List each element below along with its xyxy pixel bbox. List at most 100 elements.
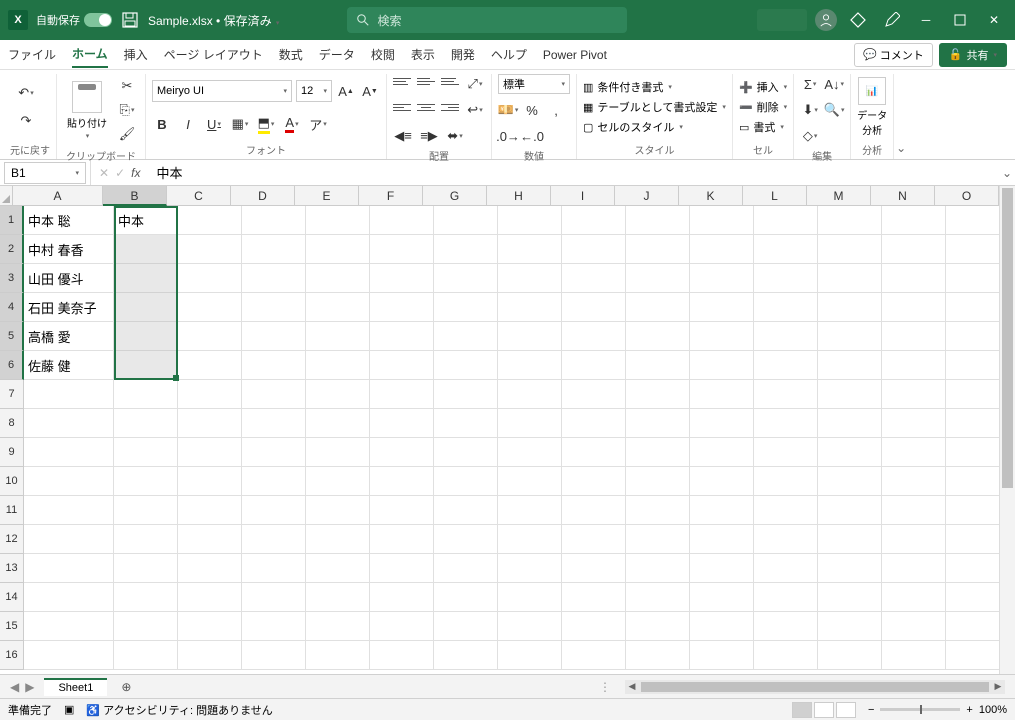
col-header-D[interactable]: D	[231, 186, 295, 206]
tab-data[interactable]: データ	[319, 42, 355, 67]
cell[interactable]	[178, 583, 242, 612]
cell[interactable]	[754, 641, 818, 670]
macro-record-icon[interactable]: ▣	[64, 703, 74, 716]
cell[interactable]	[818, 235, 882, 264]
bold-button[interactable]: B	[152, 114, 172, 134]
cell[interactable]	[626, 554, 690, 583]
autosum-button[interactable]: Σ▾	[800, 74, 820, 94]
row-header-8[interactable]: 8	[0, 409, 24, 438]
cell[interactable]	[242, 554, 306, 583]
tab-insert[interactable]: 挿入	[124, 42, 148, 67]
cell[interactable]	[114, 467, 178, 496]
row-header-4[interactable]: 4	[0, 293, 24, 322]
cell[interactable]	[946, 409, 999, 438]
cell[interactable]	[946, 322, 999, 351]
cell[interactable]	[626, 206, 690, 235]
cell[interactable]	[562, 554, 626, 583]
cell[interactable]	[178, 409, 242, 438]
cell[interactable]	[754, 525, 818, 554]
cell[interactable]	[626, 322, 690, 351]
cell[interactable]	[626, 583, 690, 612]
cell[interactable]	[882, 322, 946, 351]
zoom-slider[interactable]	[880, 708, 960, 711]
cell[interactable]	[498, 235, 562, 264]
cell[interactable]	[562, 641, 626, 670]
cell[interactable]	[818, 467, 882, 496]
cell[interactable]	[946, 496, 999, 525]
accessibility-status[interactable]: ♿ アクセシビリティ: 問題ありません	[86, 702, 272, 718]
clear-button[interactable]: ◇▾	[800, 126, 820, 146]
col-header-O[interactable]: O	[935, 186, 999, 206]
cell[interactable]	[24, 612, 114, 641]
cell[interactable]	[114, 438, 178, 467]
cell[interactable]	[306, 235, 370, 264]
decrease-indent-button[interactable]: ◀≡	[393, 126, 413, 146]
tab-help[interactable]: ヘルプ	[491, 42, 527, 67]
cell[interactable]	[946, 467, 999, 496]
col-header-A[interactable]: A	[13, 186, 103, 206]
col-header-B[interactable]: B	[103, 186, 167, 206]
zoom-in-button[interactable]: +	[966, 704, 972, 716]
cell[interactable]	[818, 641, 882, 670]
cell[interactable]	[946, 264, 999, 293]
cell[interactable]	[242, 380, 306, 409]
cell[interactable]	[562, 612, 626, 641]
cell[interactable]	[434, 554, 498, 583]
cancel-formula-icon[interactable]: ✕	[99, 166, 109, 180]
cell[interactable]	[882, 264, 946, 293]
font-size-select[interactable]: 12▾	[296, 80, 332, 102]
cell[interactable]	[626, 235, 690, 264]
align-middle-button[interactable]	[417, 74, 435, 88]
cell[interactable]	[370, 496, 434, 525]
cell[interactable]	[306, 467, 370, 496]
cell[interactable]	[24, 438, 114, 467]
cell[interactable]	[882, 641, 946, 670]
cell[interactable]	[370, 641, 434, 670]
col-header-E[interactable]: E	[295, 186, 359, 206]
cell[interactable]	[114, 554, 178, 583]
cell[interactable]	[434, 264, 498, 293]
cell[interactable]	[178, 525, 242, 554]
cell[interactable]	[498, 496, 562, 525]
cell[interactable]	[498, 641, 562, 670]
cell[interactable]	[818, 322, 882, 351]
col-header-G[interactable]: G	[423, 186, 487, 206]
cell[interactable]	[242, 351, 306, 380]
cell[interactable]	[626, 612, 690, 641]
cell[interactable]	[562, 525, 626, 554]
col-header-I[interactable]: I	[551, 186, 615, 206]
cell[interactable]	[754, 322, 818, 351]
cell[interactable]	[114, 293, 178, 322]
cell[interactable]	[434, 206, 498, 235]
cell[interactable]	[946, 612, 999, 641]
cell[interactable]	[242, 583, 306, 612]
close-button[interactable]: ✕	[981, 7, 1007, 33]
cell[interactable]	[818, 264, 882, 293]
cell-styles-button[interactable]: ▢セルのスタイル▾	[583, 118, 726, 136]
cell[interactable]	[178, 235, 242, 264]
align-bottom-button[interactable]	[441, 74, 459, 88]
cell[interactable]	[24, 409, 114, 438]
cell[interactable]	[882, 380, 946, 409]
account-rect[interactable]	[757, 9, 807, 31]
redo-button[interactable]: ↷	[16, 111, 36, 131]
format-cells-button[interactable]: ▭書式▾	[739, 118, 787, 136]
cell[interactable]	[242, 641, 306, 670]
cell[interactable]	[114, 496, 178, 525]
zoom-level[interactable]: 100%	[979, 704, 1007, 716]
cell[interactable]	[498, 583, 562, 612]
cell[interactable]	[242, 525, 306, 554]
cell[interactable]	[946, 351, 999, 380]
cell[interactable]	[946, 206, 999, 235]
cell[interactable]: 石田 美奈子	[24, 293, 114, 322]
find-select-button[interactable]: 🔍▾	[824, 100, 844, 120]
cell[interactable]	[306, 641, 370, 670]
delete-cells-button[interactable]: ➖削除▾	[739, 98, 787, 116]
cell[interactable]	[946, 293, 999, 322]
fill-button[interactable]: ⬇▾	[800, 100, 820, 120]
cell[interactable]	[882, 467, 946, 496]
cell[interactable]	[946, 438, 999, 467]
cell[interactable]	[626, 293, 690, 322]
cell[interactable]	[946, 583, 999, 612]
cell[interactable]	[24, 583, 114, 612]
